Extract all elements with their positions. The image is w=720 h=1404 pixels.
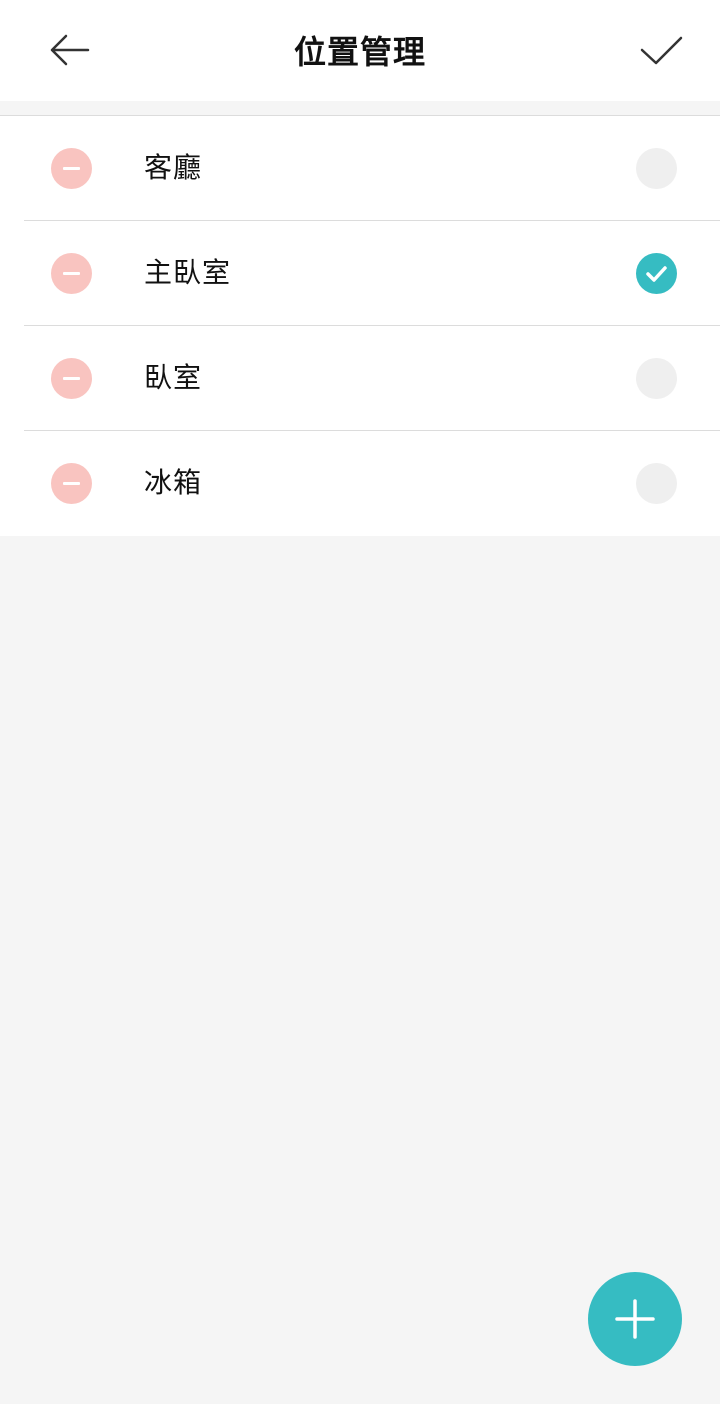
minus-icon <box>63 482 80 485</box>
add-location-button[interactable] <box>588 1272 682 1366</box>
minus-icon <box>63 272 80 275</box>
location-select-radio[interactable] <box>636 463 677 504</box>
minus-icon <box>63 377 80 380</box>
remove-location-button[interactable] <box>51 253 92 294</box>
remove-location-button[interactable] <box>51 463 92 504</box>
location-row-2[interactable]: 臥室 <box>24 326 720 431</box>
top-bar: 位置管理 <box>0 0 720 101</box>
minus-icon <box>63 167 80 170</box>
location-name: 臥室 <box>144 361 203 394</box>
location-select-radio-checked[interactable] <box>636 253 677 294</box>
location-row-3[interactable]: 冰箱 <box>24 431 720 536</box>
location-select-radio[interactable] <box>636 148 677 189</box>
checkmark-icon <box>640 36 683 65</box>
location-name: 冰箱 <box>144 466 203 499</box>
remove-location-button[interactable] <box>51 358 92 399</box>
location-row-1[interactable]: 主臥室 <box>24 221 720 326</box>
page-title: 位置管理 <box>293 33 426 71</box>
confirm-button[interactable] <box>636 28 688 72</box>
location-name: 主臥室 <box>144 256 232 289</box>
location-row-0[interactable]: 客廳 <box>24 116 720 221</box>
location-list: 客廳 主臥室 臥室 冰箱 <box>0 115 720 536</box>
plus-icon <box>615 1299 655 1339</box>
location-name: 客廳 <box>144 151 203 184</box>
location-select-radio[interactable] <box>636 358 677 399</box>
check-icon <box>646 266 667 282</box>
remove-location-button[interactable] <box>51 148 92 189</box>
